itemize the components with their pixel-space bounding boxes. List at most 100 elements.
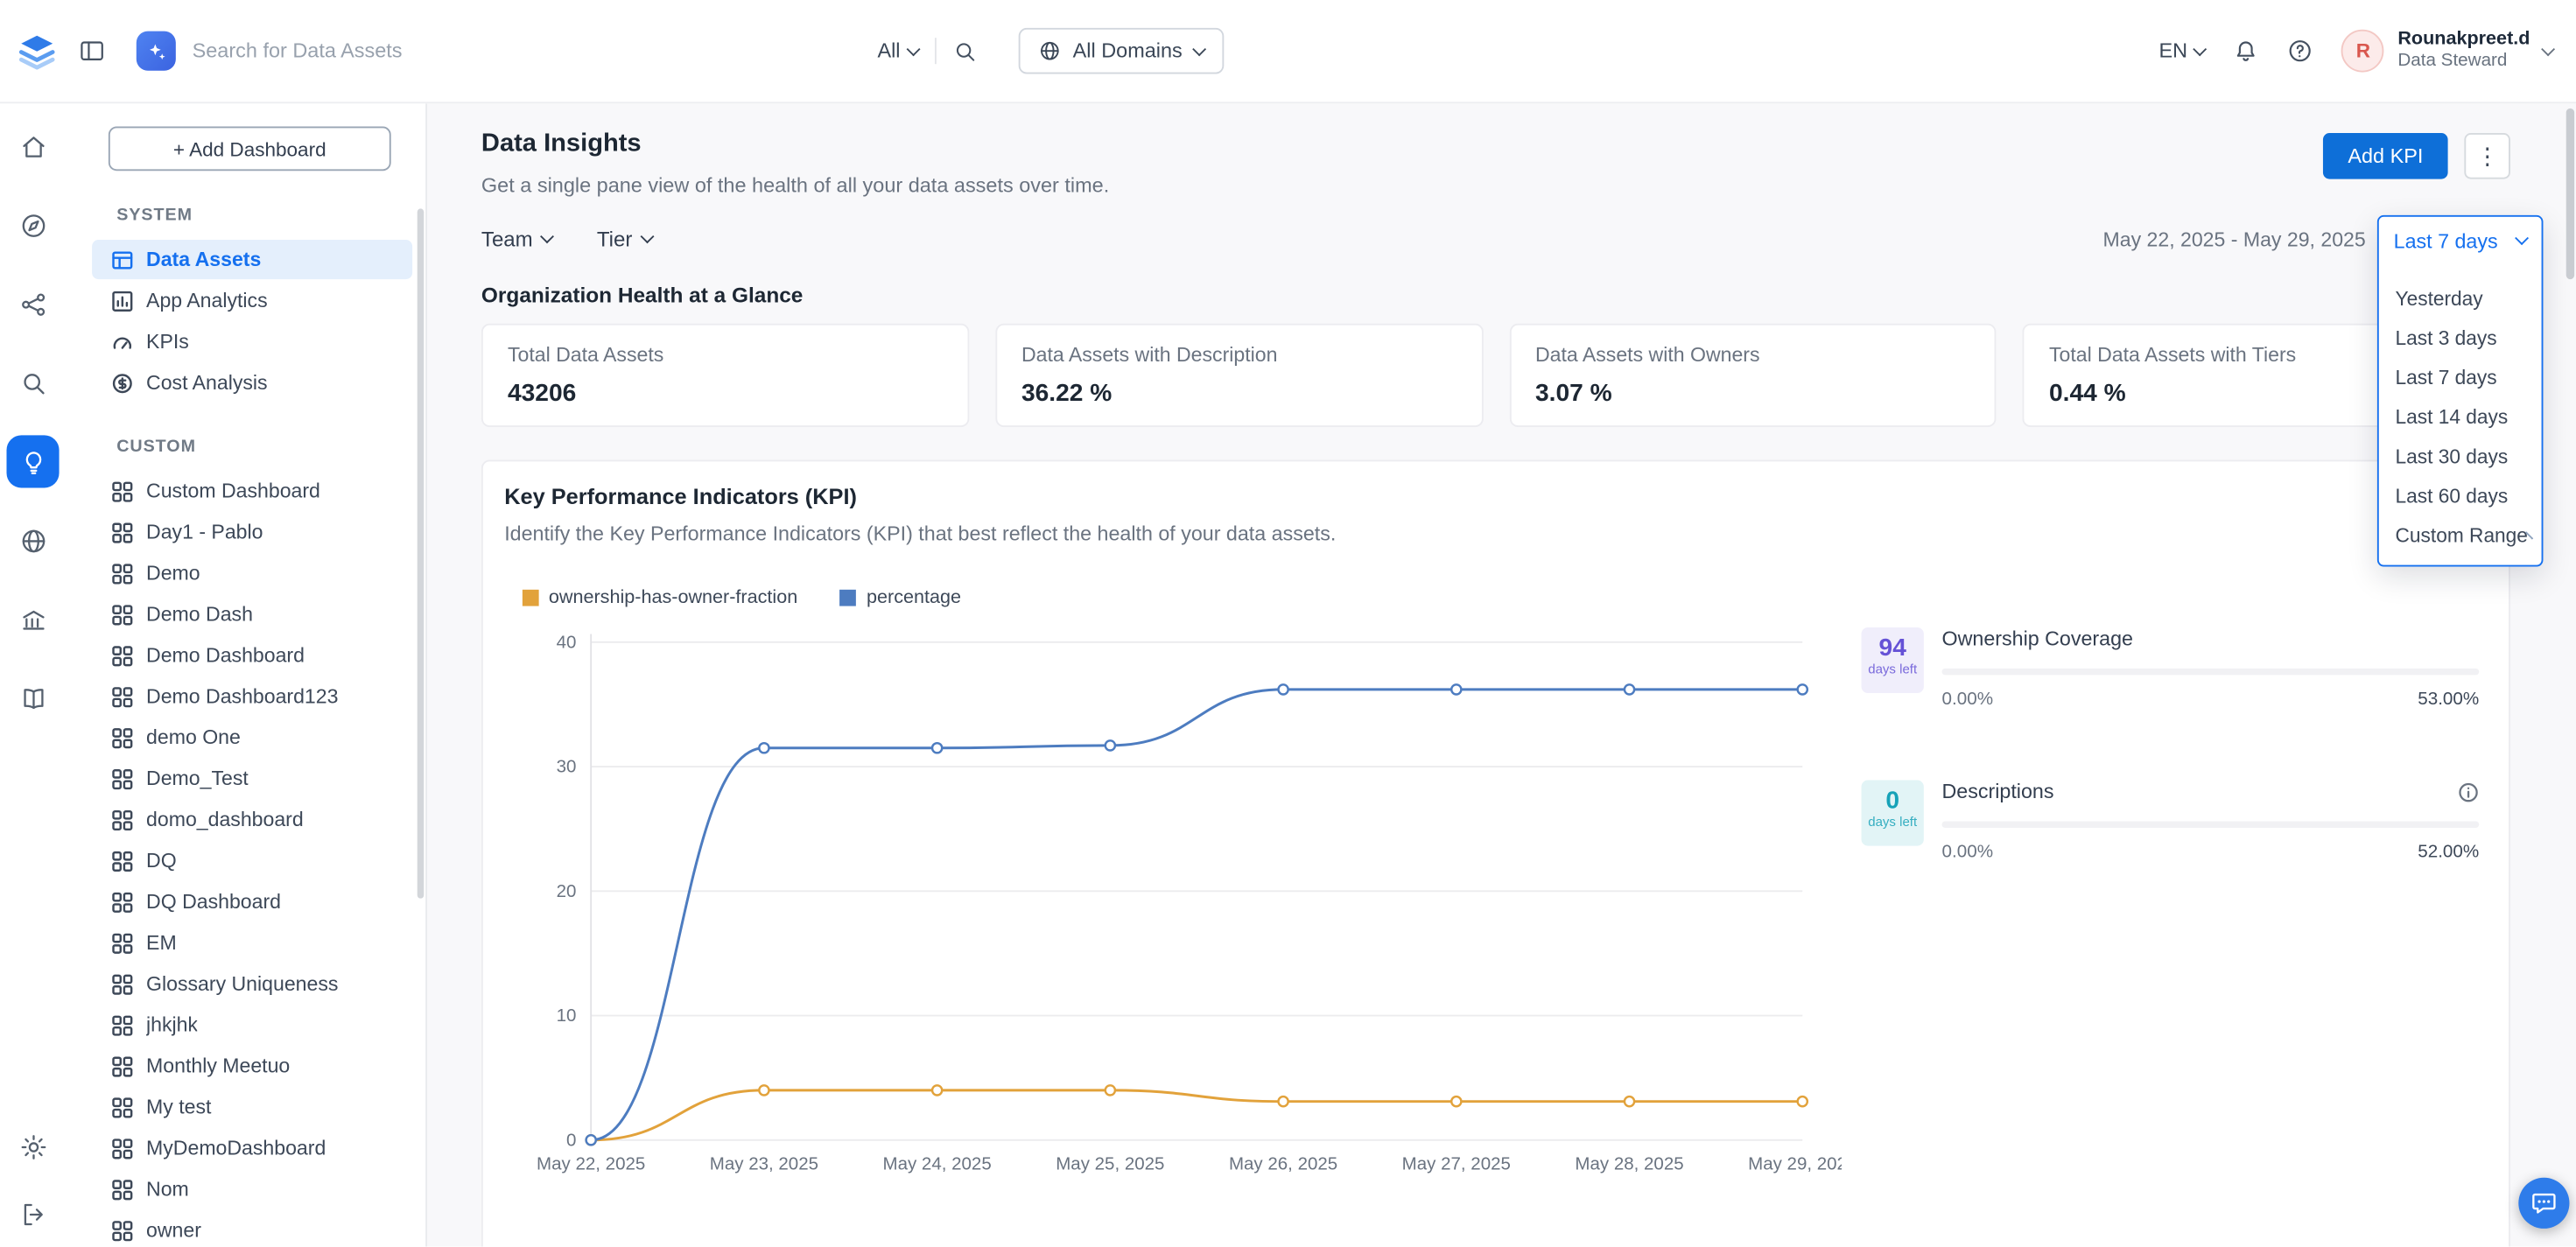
svg-text:40: 40 bbox=[557, 632, 577, 652]
sidebar-item-glossary-uniqueness[interactable]: Glossary Uniqueness bbox=[92, 964, 412, 1004]
svg-text:May 28, 2025: May 28, 2025 bbox=[1575, 1153, 1683, 1173]
sidebar-item-custom-dashboard[interactable]: Custom Dashboard bbox=[92, 472, 412, 511]
range-option-yesterday[interactable]: Yesterday bbox=[2379, 279, 2542, 319]
sidebar-item-day1-pablo[interactable]: Day1 - Pablo bbox=[92, 513, 412, 552]
ai-assist-button[interactable] bbox=[137, 32, 176, 71]
sidebar-item-mydemodashboard[interactable]: MyDemoDashboard bbox=[92, 1128, 412, 1167]
sidebar-item-cost-analysis[interactable]: Cost Analysis bbox=[92, 363, 412, 403]
sidebar-item-dq-dashboard[interactable]: DQ Dashboard bbox=[92, 882, 412, 921]
sidebar-item-label: Day1 - Pablo bbox=[146, 521, 263, 543]
sidebar-item-demo-dashboard123[interactable]: Demo Dashboard123 bbox=[92, 676, 412, 716]
sidebar-item-demo-test[interactable]: Demo_Test bbox=[92, 759, 412, 798]
legend-label: ownership-has-owner-fraction bbox=[549, 588, 797, 608]
globe-icon bbox=[1038, 39, 1061, 62]
sidebar-item-label: Demo Dash bbox=[146, 603, 253, 626]
dashboard-icon bbox=[112, 1138, 133, 1159]
dashboard-icon bbox=[112, 973, 133, 994]
rail-item-glossary[interactable] bbox=[0, 659, 66, 738]
sidebar: + Add Dashboard SYSTEMData AssetsApp Ana… bbox=[66, 103, 427, 1246]
legend-label: percentage bbox=[867, 588, 961, 608]
team-filter[interactable]: Team bbox=[481, 227, 552, 251]
sidebar-toggle-icon[interactable] bbox=[79, 38, 105, 64]
sidebar-section-title: CUSTOM bbox=[116, 437, 425, 457]
dashboard-icon bbox=[112, 850, 133, 871]
sidebar-item-label: EM bbox=[146, 931, 177, 954]
sidebar-item-demo-dash[interactable]: Demo Dash bbox=[92, 594, 412, 634]
more-options-button[interactable]: ⋮ bbox=[2464, 133, 2510, 179]
content-scrollbar[interactable] bbox=[2566, 109, 2574, 279]
sidebar-item-label: Custom Dashboard bbox=[146, 480, 320, 502]
sidebar-item-domo-dashboard[interactable]: domo_dashboard bbox=[92, 800, 412, 839]
user-role: Data Steward bbox=[2397, 52, 2530, 74]
legend-item-ownership-has-owner-fraction[interactable]: ownership-has-owner-fraction bbox=[523, 588, 797, 608]
range-option-last-7-days[interactable]: Last 7 days bbox=[2379, 358, 2542, 397]
notifications-bell-icon[interactable] bbox=[2234, 38, 2260, 64]
sidebar-scrollbar[interactable] bbox=[418, 208, 425, 898]
sidebar-item-demo[interactable]: Demo bbox=[92, 554, 412, 593]
info-icon[interactable] bbox=[2458, 781, 2479, 802]
sidebar-item-jhkjhk[interactable]: jhkjhk bbox=[92, 1005, 412, 1045]
tier-filter[interactable]: Tier bbox=[597, 227, 652, 251]
rail-item-explore[interactable] bbox=[0, 186, 66, 264]
global-search-bar: All bbox=[137, 32, 978, 71]
range-menu: YesterdayLast 3 days Last 7 days Last 14 d… bbox=[2379, 264, 2542, 555]
sidebar-item-demo-dashboard[interactable]: Demo Dashboard bbox=[92, 635, 412, 675]
rail-item-data-flow[interactable] bbox=[0, 264, 66, 343]
rail-item-governance[interactable] bbox=[0, 580, 66, 659]
sidebar-item-nom[interactable]: Nom bbox=[92, 1169, 412, 1208]
kpi-days-label: days left bbox=[1862, 815, 1924, 830]
rail-item-insights[interactable] bbox=[0, 422, 66, 501]
sidebar-item-label: Demo bbox=[146, 562, 200, 585]
chart-area: ownership-has-owner-fractionpercentage 0… bbox=[504, 578, 1842, 1187]
sidebar-item-monthly-meetuo[interactable]: Monthly Meetuo bbox=[92, 1047, 412, 1086]
sidebar-item-owner[interactable]: owner bbox=[92, 1210, 412, 1246]
help-icon[interactable] bbox=[2288, 38, 2314, 64]
range-option-last-14-days[interactable]: Last 14 days bbox=[2379, 397, 2542, 437]
rail-item-settings[interactable] bbox=[0, 1127, 66, 1166]
range-option-label: Last 7 days bbox=[2396, 367, 2497, 389]
sidebar-item-dq[interactable]: DQ bbox=[92, 841, 412, 880]
sidebar-item-data-assets[interactable]: Data Assets bbox=[92, 240, 412, 279]
search-scope-select[interactable]: All bbox=[877, 39, 918, 62]
chat-widget-button[interactable] bbox=[2518, 1178, 2569, 1229]
language-select[interactable]: EN bbox=[2158, 39, 2205, 62]
range-option-last-60-days[interactable]: Last 60 days bbox=[2379, 476, 2542, 515]
chevron-down-icon bbox=[1192, 41, 1206, 55]
range-trigger-value: Last 7 days bbox=[2394, 229, 2498, 252]
sidebar-item-kpis[interactable]: KPIs bbox=[92, 322, 412, 361]
dashboard-icon bbox=[112, 1220, 133, 1241]
summary-card-data-assets-with-description: Data Assets with Description36.22 % bbox=[995, 324, 1483, 427]
sidebar-item-app-analytics[interactable]: App Analytics bbox=[92, 281, 412, 320]
svg-text:May 23, 2025: May 23, 2025 bbox=[710, 1153, 818, 1173]
sidebar-item-label: Demo_Test bbox=[146, 767, 249, 790]
range-option-last-3-days[interactable]: Last 3 days bbox=[2379, 319, 2542, 358]
add-kpi-button[interactable]: Add KPI bbox=[2323, 133, 2447, 179]
sidebar-item-em[interactable]: EM bbox=[92, 923, 412, 963]
sidebar-item-demo-one[interactable]: demo One bbox=[92, 718, 412, 757]
sidebar-item-label: domo_dashboard bbox=[146, 808, 304, 830]
topbar: All All Domains EN bbox=[0, 0, 2576, 103]
rail-item-domains[interactable] bbox=[0, 501, 66, 579]
analytics-icon bbox=[112, 290, 133, 311]
range-trigger[interactable]: Last 7 days bbox=[2379, 217, 2542, 264]
legend-item-percentage[interactable]: percentage bbox=[840, 588, 961, 608]
domains-select[interactable]: All Domains bbox=[1019, 28, 1224, 74]
add-dashboard-button[interactable]: + Add Dashboard bbox=[109, 127, 391, 172]
sidebar-item-label: MyDemoDashboard bbox=[146, 1137, 326, 1159]
dashboard-icon bbox=[112, 604, 133, 625]
search-icon[interactable] bbox=[953, 39, 978, 63]
range-option-custom-range[interactable]: Custom Range bbox=[2379, 515, 2542, 555]
user-menu[interactable]: R Rounakpreet.d Data Steward bbox=[2342, 28, 2553, 74]
sidebar-item-label: Demo Dashboard123 bbox=[146, 685, 338, 708]
sidebar-item-label: Monthly Meetuo bbox=[146, 1054, 290, 1077]
app-logo[interactable] bbox=[17, 31, 58, 72]
rail-item-search[interactable] bbox=[0, 343, 66, 422]
rail-item-logout[interactable] bbox=[0, 1194, 66, 1234]
avatar-initial: R bbox=[2356, 39, 2370, 62]
range-option-last-30-days[interactable]: Last 30 days bbox=[2379, 437, 2542, 476]
sidebar-item-my-test[interactable]: My test bbox=[92, 1088, 412, 1127]
kpi-current-value: 0.00% bbox=[1942, 843, 1994, 863]
date-range-label: May 22, 2025 - May 29, 2025 bbox=[2103, 228, 2366, 250]
search-input[interactable] bbox=[193, 39, 861, 62]
rail-item-home[interactable] bbox=[0, 107, 66, 186]
